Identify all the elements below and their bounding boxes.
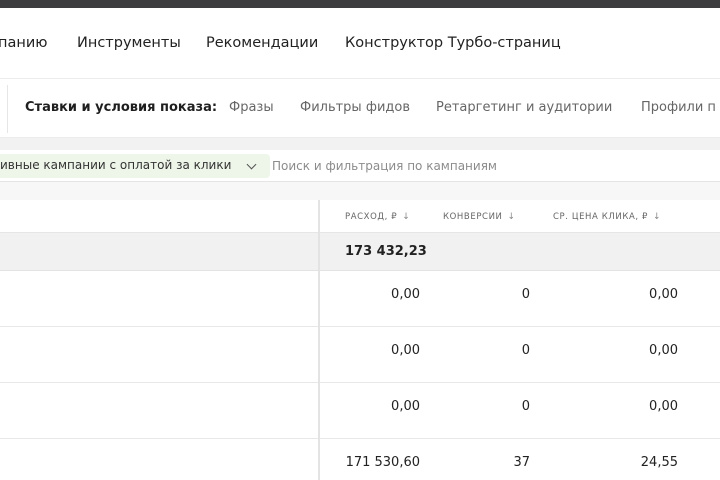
tab-row-divider [7, 85, 8, 133]
campaign-stats-table: РАСХОД, ₽ ↓ КОНВЕРСИИ ↓ СР. ЦЕНА КЛИКА, ₽ ↓… [0, 200, 720, 480]
tab-feed-filters[interactable]: Фильтры фидов [300, 100, 410, 115]
table-row[interactable]: 171 530,60 37 24,55 [0, 439, 720, 480]
row-avg-cpc: 0,00 [649, 287, 678, 302]
sort-arrow-icon: ↓ [653, 212, 662, 222]
row-spend: 0,00 [391, 343, 420, 358]
bids-tab-row: Ставки и условия показа: Фразы Фильтры ф… [0, 78, 720, 138]
campaign-filter-chip[interactable]: ивные кампании с оплатой за клики [0, 154, 270, 178]
filter-row: ивные кампании с оплатой за клики [0, 150, 720, 182]
sort-arrow-icon: ↓ [507, 212, 516, 222]
row-spend: 0,00 [391, 287, 420, 302]
row-conversions: 0 [521, 287, 530, 302]
bids-label: Ставки и условия показа: [25, 100, 218, 115]
nav-item-campaign[interactable]: панию [0, 35, 47, 51]
row-conversions: 37 [513, 455, 530, 470]
row-avg-cpc: 0,00 [649, 399, 678, 414]
tab-retargeting[interactable]: Ретаргетинг и аудитории [436, 100, 612, 115]
total-spend: 173 432,23 [345, 244, 427, 259]
column-header-avg-cpc[interactable]: СР. ЦЕНА КЛИКА, ₽ ↓ [553, 212, 661, 222]
section-gap-2 [0, 182, 720, 200]
row-conversions: 0 [521, 399, 530, 414]
table-row[interactable]: 0,00 0 0,00 [0, 327, 720, 383]
table-total-row: 173 432,23 [0, 233, 720, 271]
table-row[interactable]: 0,00 0 0,00 [0, 271, 720, 327]
nav-item-turbo-builder[interactable]: Конструктор Турбо-страниц [345, 35, 561, 51]
row-avg-cpc: 0,00 [649, 343, 678, 358]
section-gap [0, 138, 720, 150]
row-spend: 171 530,60 [345, 455, 420, 470]
column-divider [318, 200, 320, 480]
sort-arrow-icon: ↓ [402, 212, 411, 222]
campaign-search-input[interactable] [272, 155, 702, 177]
nav-item-tools[interactable]: Инструменты [77, 35, 181, 51]
column-header-spend[interactable]: РАСХОД, ₽ ↓ [345, 212, 410, 222]
main-navigation: панию Инструменты Рекомендации Конструкт… [0, 8, 720, 78]
nav-item-recommendations[interactable]: Рекомендации [206, 35, 318, 51]
row-conversions: 0 [521, 343, 530, 358]
table-header: РАСХОД, ₽ ↓ КОНВЕРСИИ ↓ СР. ЦЕНА КЛИКА, ₽ ↓ [0, 200, 720, 233]
table-row[interactable]: 0,00 0 0,00 [0, 383, 720, 439]
tab-phrases[interactable]: Фразы [229, 100, 274, 115]
row-spend: 0,00 [391, 399, 420, 414]
browser-top-bar [0, 0, 720, 8]
tab-profiles[interactable]: Профили п [641, 100, 716, 115]
column-header-conversions[interactable]: КОНВЕРСИИ ↓ [443, 212, 516, 222]
filter-chip-label: ивные кампании с оплатой за клики [0, 158, 232, 172]
row-avg-cpc: 24,55 [640, 455, 678, 470]
chevron-down-icon [246, 159, 257, 170]
